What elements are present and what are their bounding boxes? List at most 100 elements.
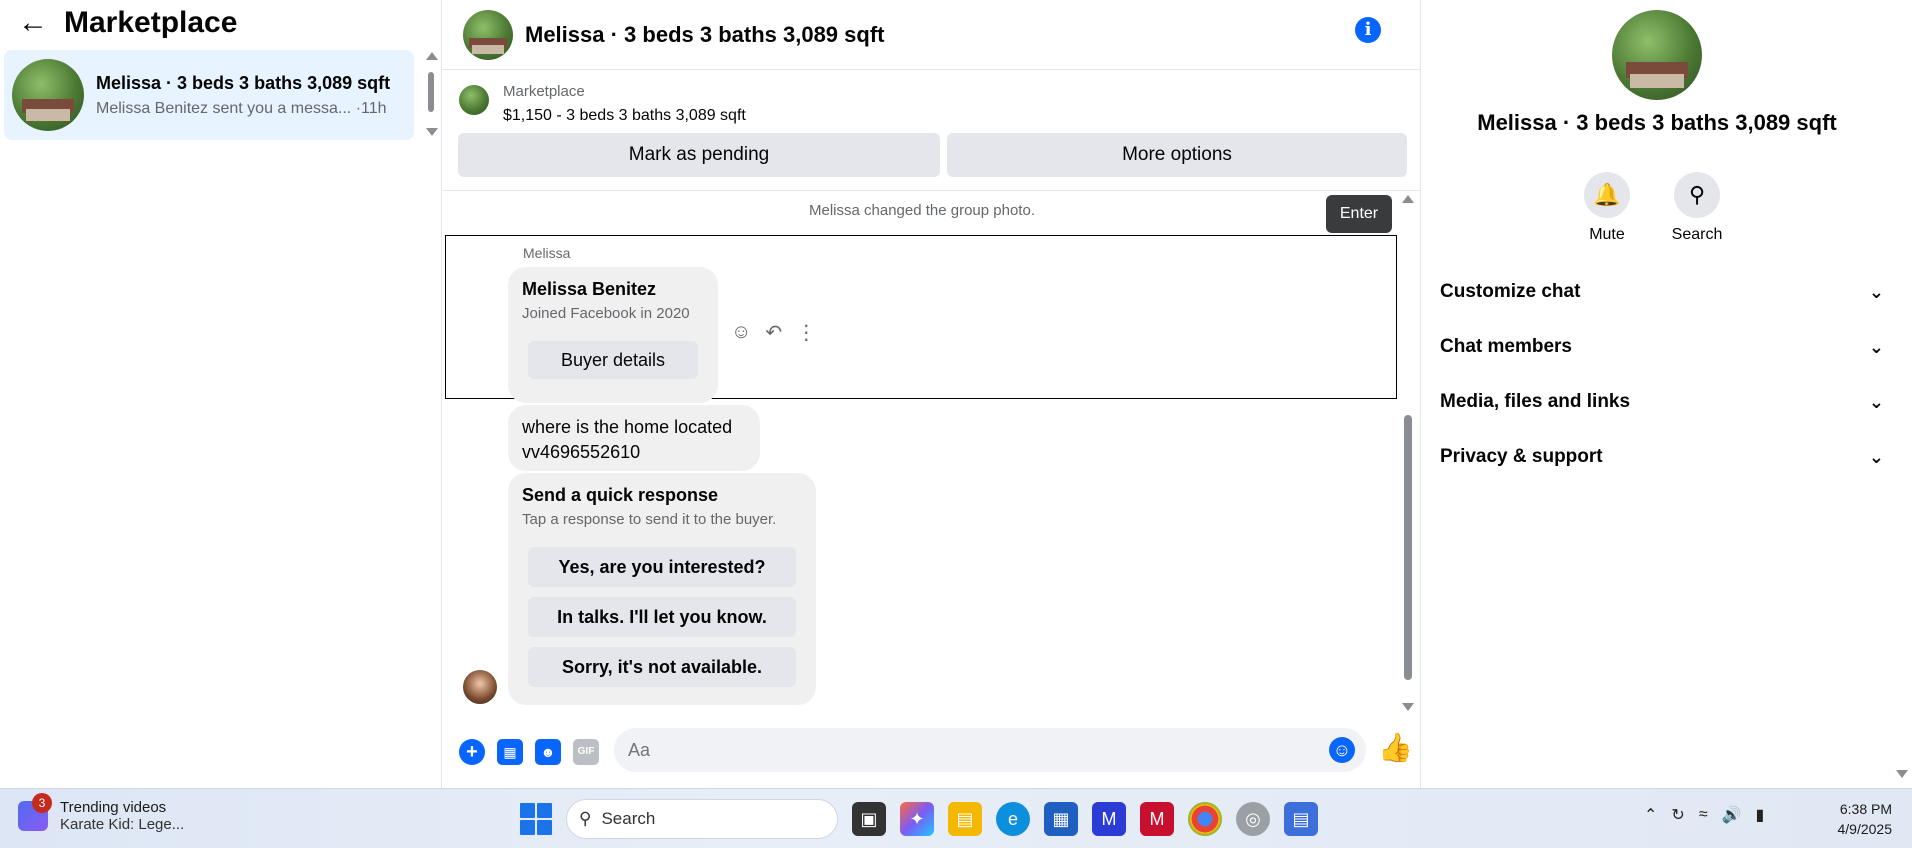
message-composer: + ▦ ☻ GIF ☺ 👍 <box>443 722 1421 782</box>
search-label: Search <box>1671 226 1723 243</box>
enter-tooltip: Enter <box>1326 195 1392 233</box>
chevron-up-icon[interactable]: ⌃ <box>1644 805 1657 825</box>
mark-as-pending-button[interactable]: Mark as pending <box>458 133 940 177</box>
scrollbar-thumb[interactable] <box>1404 415 1412 680</box>
sender-avatar[interactable] <box>463 670 497 704</box>
news-title: Trending videos <box>60 799 167 816</box>
back-arrow-icon[interactable]: ← <box>18 8 48 38</box>
messenger-app: ← Marketplace Melissa · 3 beds 3 baths 3… <box>0 0 1912 788</box>
news-text: Trending videos Karate Kid: Lege... <box>60 799 184 833</box>
react-smiley-icon[interactable]: ☺ <box>731 321 751 344</box>
more-options-button[interactable]: More options <box>947 133 1407 177</box>
scrollbar-thumb[interactable] <box>428 72 434 112</box>
mute-action[interactable]: 🔔 Mute <box>1584 172 1630 244</box>
wifi-icon[interactable]: ≈ <box>1699 806 1708 824</box>
windows-taskbar: 3 Trending videos Karate Kid: Lege... ⚲ … <box>0 788 1912 848</box>
system-tray: ⌃ ↻ ≈ 🔊 ▮ <box>1644 805 1764 825</box>
thread-scrollbar[interactable] <box>1401 195 1415 715</box>
section-label: Customize chat <box>1440 281 1581 302</box>
file-explorer-icon[interactable]: ▤ <box>948 802 982 836</box>
text-message-line-1: where is the home located <box>522 417 733 437</box>
widgets-icon: 3 <box>18 793 52 831</box>
listing-price[interactable]: $1,150 - 3 beds 3 baths 3,089 sqft <box>503 107 746 125</box>
quick-response-title: Send a quick response <box>522 485 719 505</box>
conversation-list-panel: ← Marketplace Melissa · 3 beds 3 baths 3… <box>0 0 442 788</box>
system-note: Melissa changed the group photo. <box>809 202 1035 219</box>
message-thread: Melissa changed the group photo. Enter M… <box>443 192 1421 712</box>
sync-icon[interactable]: ↻ <box>1671 805 1684 825</box>
section-privacy-support[interactable]: Privacy & support ⌄ <box>1440 437 1900 477</box>
conversation-item[interactable]: Melissa · 3 beds 3 baths 3,089 sqft Meli… <box>4 50 414 140</box>
scroll-down-icon[interactable] <box>1402 703 1414 711</box>
chat-title[interactable]: Melissa · 3 beds 3 baths 3,089 sqft <box>525 22 884 48</box>
conversation-time: ·11h <box>355 99 387 117</box>
news-widget[interactable]: 3 Trending videos Karate Kid: Lege... <box>18 793 184 833</box>
info-icon[interactable]: i <box>1355 17 1381 43</box>
text-message-line-2: vv4696552610 <box>522 442 641 462</box>
copilot-icon[interactable]: ✦ <box>900 802 934 836</box>
text-message-bubble[interactable]: where is the home located vv4696552610 <box>508 405 760 471</box>
taskbar-search-label: Search <box>601 809 656 828</box>
page-title: Marketplace <box>64 6 238 39</box>
buyer-name: Melissa Benitez <box>522 279 657 299</box>
section-customize-chat[interactable]: Customize chat ⌄ <box>1440 272 1900 312</box>
task-view-icon[interactable]: ▣ <box>852 802 886 836</box>
remote-desktop-icon[interactable]: ▤ <box>1284 802 1318 836</box>
clock[interactable]: 6:38 PM 4/9/2025 <box>1822 799 1893 839</box>
listing-thumbnail[interactable] <box>459 85 489 115</box>
quick-response-yes-button[interactable]: Yes, are you interested? <box>528 547 796 587</box>
search-icon[interactable]: ⚲ <box>1674 172 1720 218</box>
section-chat-members[interactable]: Chat members ⌄ <box>1440 327 1900 367</box>
scroll-down-icon[interactable] <box>1896 770 1908 778</box>
chat-panel: Melissa · 3 beds 3 baths 3,089 sqft i Ma… <box>443 0 1421 788</box>
battery-icon[interactable]: ▮ <box>1756 805 1765 825</box>
scroll-up-icon[interactable] <box>426 52 438 60</box>
emoji-icon[interactable]: ☺ <box>1329 737 1355 763</box>
gif-icon[interactable]: GIF <box>573 739 599 765</box>
left-header: ← Marketplace <box>18 6 237 40</box>
microsoft-store-icon[interactable]: ▦ <box>1044 802 1078 836</box>
message-input[interactable] <box>614 728 1366 772</box>
section-media-files-links[interactable]: Media, files and links ⌄ <box>1440 382 1900 422</box>
section-label: Chat members <box>1440 336 1572 357</box>
chevron-down-icon: ⌄ <box>1868 336 1884 357</box>
conversation-name: Melissa · 3 beds 3 baths 3,089 sqft <box>96 72 391 93</box>
scroll-up-icon[interactable] <box>1402 195 1414 203</box>
quick-response-in-talks-button[interactable]: In talks. I'll let you know. <box>528 597 796 637</box>
notification-badge: 3 <box>32 793 52 813</box>
app-ring-icon[interactable]: ◎ <box>1236 802 1270 836</box>
reply-icon[interactable]: ↶ <box>765 320 782 345</box>
more-vertical-icon[interactable]: ⋮ <box>796 320 816 345</box>
message-actions: ☺ ↶ ⋮ <box>731 320 816 345</box>
conversation-list-scrollbar[interactable] <box>426 52 438 138</box>
mcafee-icon[interactable]: M <box>1140 802 1174 836</box>
bell-icon[interactable]: 🔔 <box>1584 172 1630 218</box>
clock-date: 4/9/2025 <box>1837 821 1893 837</box>
edge-browser-icon[interactable]: e <box>996 802 1030 836</box>
thumbs-up-icon[interactable]: 👍 <box>1378 733 1413 763</box>
quick-response-card: Send a quick response Tap a response to … <box>508 473 816 705</box>
taskbar-search[interactable]: ⚲ Search <box>566 799 838 839</box>
quick-response-not-available-button[interactable]: Sorry, it's not available. <box>528 647 796 687</box>
info-actions: 🔔 Mute ⚲ Search <box>1584 172 1723 244</box>
mute-label: Mute <box>1589 226 1625 243</box>
start-windows-icon[interactable] <box>520 803 552 835</box>
chevron-down-icon: ⌄ <box>1868 391 1884 412</box>
listing-avatar <box>12 59 84 131</box>
photo-icon[interactable]: ▦ <box>497 739 523 765</box>
sticker-icon[interactable]: ☻ <box>535 739 561 765</box>
search-action[interactable]: ⚲ Search <box>1671 172 1723 244</box>
conversation-text: Melissa · 3 beds 3 baths 3,089 sqft Meli… <box>96 73 390 118</box>
chrome-icon[interactable] <box>1188 802 1222 836</box>
chat-info-panel: Melissa · 3 beds 3 baths 3,089 sqft 🔔 Mu… <box>1422 0 1912 788</box>
chat-avatar[interactable] <box>463 9 513 60</box>
section-label: Privacy & support <box>1440 446 1603 467</box>
buyer-details-button[interactable]: Buyer details <box>528 341 698 379</box>
scroll-down-icon[interactable] <box>426 128 438 136</box>
volume-icon[interactable]: 🔊 <box>1722 805 1742 825</box>
info-title: Melissa · 3 beds 3 baths 3,089 sqft <box>1477 110 1837 135</box>
plus-icon[interactable]: + <box>459 739 485 765</box>
conversation-preview-text: Melissa Benitez sent you a messa... <box>96 99 352 117</box>
clock-time: 6:38 PM <box>1839 801 1892 817</box>
app-icon[interactable]: M <box>1092 802 1126 836</box>
